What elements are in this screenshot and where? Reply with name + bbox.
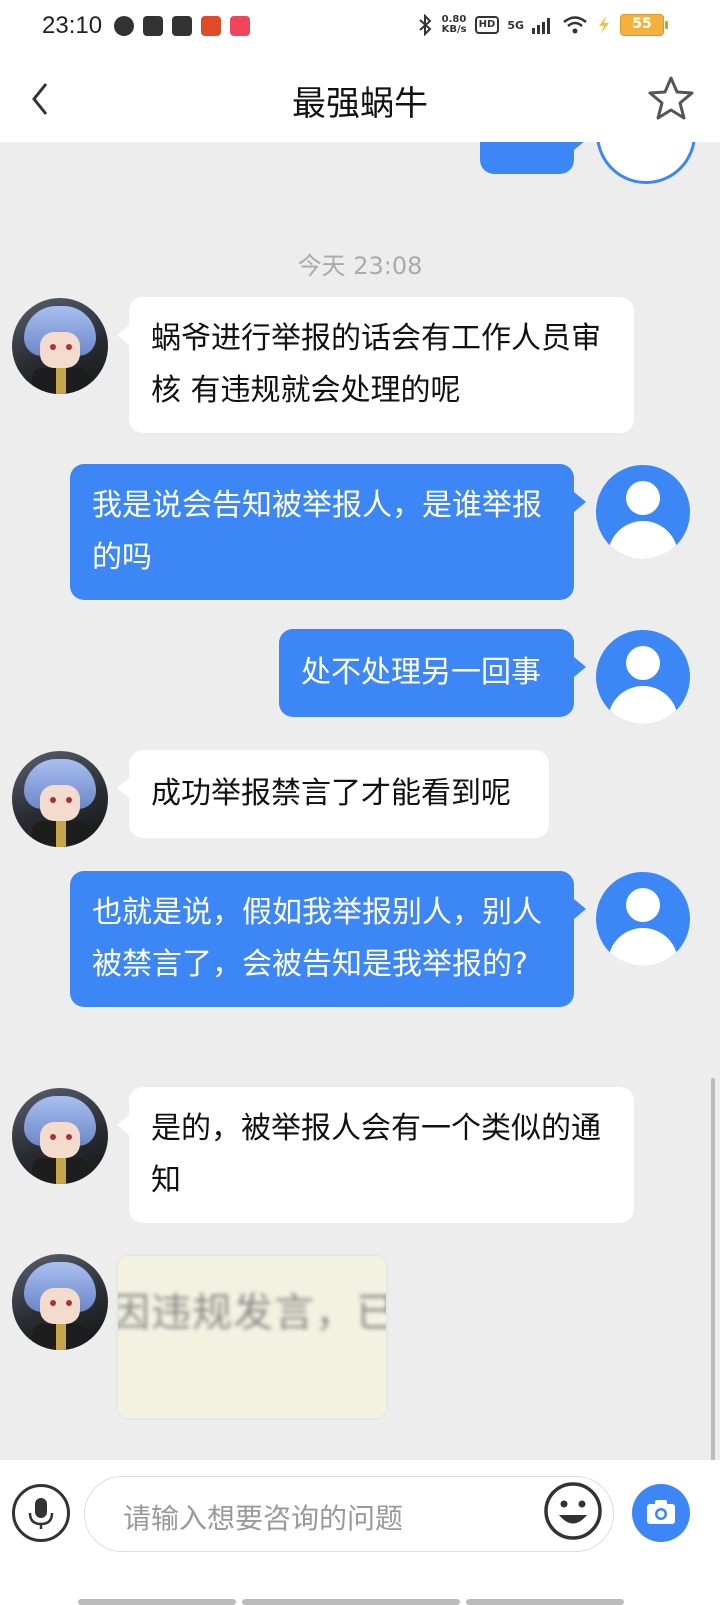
microphone-icon — [28, 1498, 54, 1529]
bot-avatar[interactable] — [12, 751, 108, 847]
net-speed: 0.80 KB/s — [442, 15, 467, 35]
mail-notification-icon — [172, 16, 192, 36]
status-right: 0.80 KB/s HD 5G 55 — [416, 14, 668, 36]
gesture-bar — [78, 1599, 624, 1605]
network-type: 5G — [507, 18, 524, 32]
camera-icon — [647, 1500, 675, 1524]
bot-avatar[interactable] — [12, 1254, 108, 1350]
input-bar: 请输入想要咨询的问题 — [0, 1460, 720, 1605]
status-time: 23:10 — [42, 12, 103, 39]
chat-scrollbar[interactable] — [711, 1078, 715, 1468]
user-avatar[interactable] — [596, 630, 690, 724]
previous-message-bubble — [480, 142, 586, 174]
voice-button[interactable] — [12, 1484, 70, 1542]
battery-icon: 55 — [620, 14, 668, 36]
bluetooth-icon — [418, 14, 432, 36]
chat-area[interactable]: 今天 23:08 蜗爷进行举报的话会有工作人员审核 有违规就会处理的呢 我是说会… — [0, 142, 720, 1492]
message-timestamp: 今天 23:08 — [297, 252, 423, 280]
status-bar: 23:10 0.80 KB/s HD 5G 55 — [0, 0, 720, 56]
charging-icon — [599, 16, 609, 34]
hd-badge: HD — [474, 16, 500, 34]
user-message-bubble: 处不处理另一回事 — [279, 629, 586, 717]
page-title: 最强蜗牛 — [292, 84, 428, 124]
notification-icons — [114, 16, 250, 36]
smiley-icon — [544, 1482, 602, 1540]
input-placeholder: 请输入想要咨询的问题 — [123, 1502, 404, 1535]
bot-avatar[interactable] — [12, 1088, 108, 1184]
question-input[interactable]: 请输入想要咨询的问题 — [84, 1476, 614, 1552]
bot-message-bubble: 成功举报禁言了才能看到呢 — [117, 750, 549, 838]
net-speed-unit: KB/s — [441, 24, 467, 35]
image-message[interactable]: 因违规发言，已 — [118, 1256, 386, 1418]
favorite-button[interactable] — [646, 74, 696, 124]
emoji-button[interactable] — [542, 1480, 604, 1542]
chat-header: 最强蜗牛 — [0, 56, 720, 142]
user-avatar[interactable] — [596, 142, 696, 184]
user-avatar[interactable] — [596, 465, 690, 559]
qq-notification-icon — [143, 16, 163, 36]
battery-level: 55 — [632, 16, 652, 32]
image-message-text: 因违规发言，已 — [118, 1290, 386, 1336]
app-notification-icon — [114, 16, 134, 36]
camera-button[interactable] — [632, 1484, 690, 1542]
bot-avatar[interactable] — [12, 298, 108, 394]
user-avatar[interactable] — [596, 872, 690, 966]
signal-icon — [532, 18, 550, 34]
star-icon — [648, 76, 694, 120]
game-notification-icon — [201, 16, 221, 36]
video-notification-icon — [230, 16, 250, 36]
bot-message-bubble: 是的，被举报人会有一个类似的通知 — [117, 1087, 634, 1223]
bot-message-bubble: 蜗爷进行举报的话会有工作人员审核 有违规就会处理的呢 — [117, 297, 634, 433]
wifi-icon — [563, 16, 587, 34]
user-message-bubble: 我是说会告知被举报人，是谁举报的吗 — [70, 464, 586, 600]
user-message-bubble: 也就是说，假如我举报别人，别人被禁言了，会被告知是我举报的? — [70, 871, 586, 1007]
